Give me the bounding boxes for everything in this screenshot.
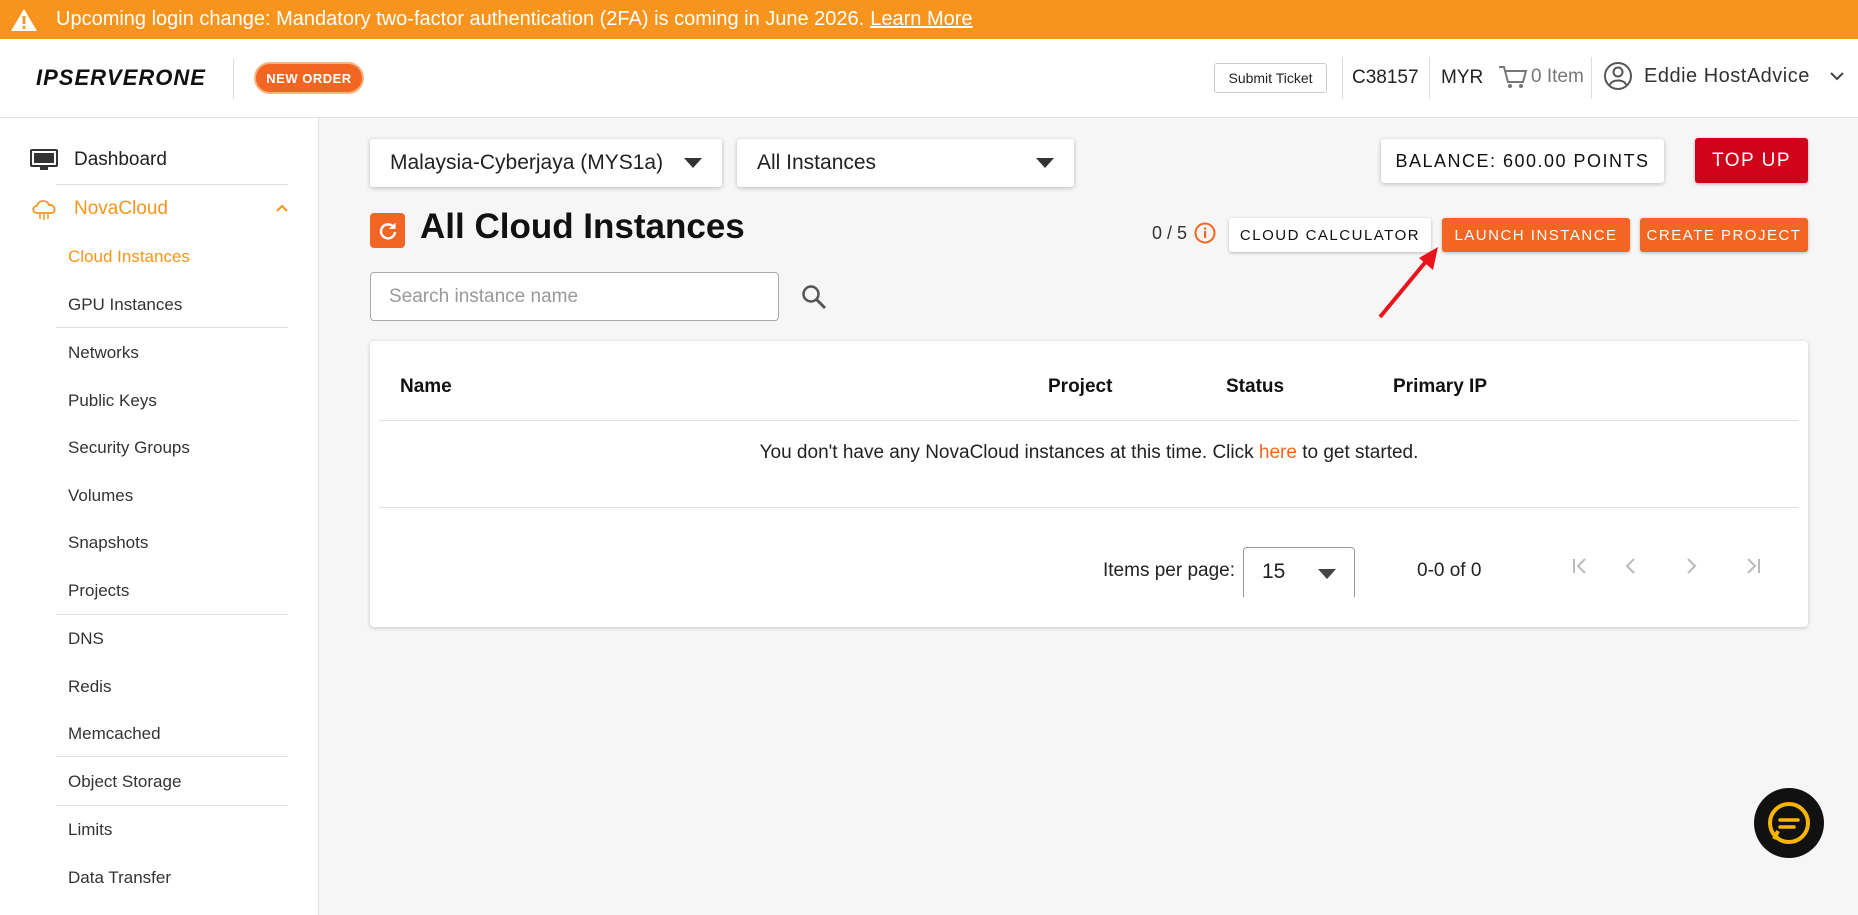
chat-support-button[interactable]	[1754, 788, 1824, 858]
divider	[1591, 57, 1592, 99]
column-header-project[interactable]: Project	[1048, 376, 1112, 398]
quota-value: 0 / 5	[1152, 222, 1188, 243]
balance-display: BALANCE: 600.00 POINTS	[1381, 139, 1664, 183]
empty-state-message: You don't have any NovaCloud instances a…	[370, 442, 1808, 464]
sidebar-item-label: Dashboard	[74, 149, 167, 170]
pagination-range: 0-0 of 0	[1417, 560, 1482, 581]
sidebar-item-networks[interactable]: Networks	[68, 343, 139, 363]
new-order-button[interactable]: NEW ORDER	[254, 62, 364, 94]
get-started-link[interactable]: here	[1259, 442, 1297, 463]
column-header-primary-ip[interactable]: Primary IP	[1393, 376, 1487, 398]
sidebar-item-dns[interactable]: DNS	[68, 629, 104, 649]
cart-button[interactable]: 0 Item	[1498, 64, 1584, 90]
refresh-button[interactable]	[370, 213, 405, 248]
region-select[interactable]: Malaysia-Cyberjaya (MYS1a)	[370, 139, 722, 187]
sidebar: Dashboard NovaCloud Cloud Instances GPU …	[0, 118, 319, 915]
sidebar-item-security-groups[interactable]: Security Groups	[68, 438, 190, 458]
sidebar-item-limits[interactable]: Limits	[68, 820, 112, 840]
instances-filter-select[interactable]: All Instances	[737, 139, 1074, 187]
sidebar-item-novacloud[interactable]: NovaCloud	[0, 186, 319, 232]
chat-icon	[1768, 802, 1810, 844]
column-header-name[interactable]: Name	[400, 376, 452, 398]
user-avatar-icon	[1604, 62, 1632, 90]
divider	[1429, 57, 1430, 99]
sidebar-section-label: NovaCloud	[74, 198, 168, 219]
top-up-button[interactable]: TOP UP	[1695, 138, 1808, 183]
info-icon[interactable]	[1194, 222, 1216, 244]
cloud-icon	[32, 200, 56, 220]
client-id[interactable]: C38157	[1352, 67, 1419, 89]
chevron-up-icon	[276, 204, 288, 212]
instance-quota: 0 / 5	[1152, 222, 1216, 244]
sidebar-item-cloud-instances[interactable]: Cloud Instances	[68, 247, 190, 267]
divider	[379, 420, 1798, 421]
currency-selector[interactable]: MYR	[1441, 67, 1483, 89]
sidebar-item-projects[interactable]: Projects	[68, 581, 129, 601]
submit-ticket-button[interactable]: Submit Ticket	[1214, 63, 1327, 93]
items-per-page-value: 15	[1262, 560, 1286, 583]
monitor-icon	[30, 149, 58, 170]
region-select-value: Malaysia-Cyberjaya (MYS1a)	[390, 151, 664, 174]
logo[interactable]: IPSERVERONE	[36, 65, 206, 91]
sidebar-item-public-keys[interactable]: Public Keys	[68, 391, 157, 411]
last-page-button[interactable]	[1737, 551, 1767, 581]
announcement-banner: Upcoming login change: Mandatory two-fac…	[0, 0, 1858, 39]
items-per-page-select[interactable]: 15	[1243, 547, 1355, 597]
cart-icon	[1499, 66, 1528, 88]
items-per-page-label: Items per page:	[1103, 560, 1236, 581]
instances-filter-value: All Instances	[757, 151, 877, 174]
instances-table-card: Name Project Status Primary IP You don't…	[370, 341, 1808, 627]
divider	[56, 756, 288, 757]
sidebar-item-dashboard[interactable]: Dashboard	[0, 137, 319, 183]
caret-down-icon	[1318, 569, 1336, 579]
divider	[56, 327, 288, 328]
sidebar-item-object-storage[interactable]: Object Storage	[68, 772, 181, 792]
search-icon[interactable]	[801, 284, 827, 310]
previous-page-button[interactable]	[1616, 551, 1646, 581]
divider	[1342, 57, 1343, 99]
warning-icon	[11, 8, 37, 31]
sidebar-item-gpu-instances[interactable]: GPU Instances	[68, 295, 182, 315]
page-title: All Cloud Instances	[420, 207, 745, 246]
banner-message: Upcoming login change: Mandatory two-fac…	[56, 8, 865, 30]
chevron-left-icon	[1625, 558, 1635, 574]
user-name: Eddie HostAdvice	[1644, 64, 1810, 87]
empty-state-prefix: You don't have any NovaCloud instances a…	[759, 442, 1259, 463]
sidebar-item-volumes[interactable]: Volumes	[68, 486, 133, 506]
first-page-icon	[1573, 558, 1586, 574]
first-page-button[interactable]	[1566, 551, 1596, 581]
divider	[233, 59, 234, 99]
sidebar-item-redis[interactable]: Redis	[68, 677, 111, 697]
learn-more-link[interactable]: Learn More	[870, 8, 972, 31]
divider	[56, 184, 288, 185]
divider	[379, 507, 1798, 508]
annotation-arrow	[1378, 247, 1438, 319]
top-header: IPSERVERONE NEW ORDER Submit Ticket C381…	[0, 39, 1858, 118]
chevron-down-icon	[1830, 72, 1844, 81]
next-page-button[interactable]	[1676, 551, 1706, 581]
cart-count: 0 Item	[1531, 66, 1584, 87]
divider	[56, 805, 288, 806]
launch-instance-button[interactable]: LAUNCH INSTANCE	[1442, 218, 1630, 252]
sidebar-item-snapshots[interactable]: Snapshots	[68, 533, 148, 553]
column-header-status[interactable]: Status	[1226, 376, 1284, 398]
divider	[56, 614, 288, 615]
refresh-icon	[379, 222, 396, 240]
search-input[interactable]	[370, 272, 779, 321]
sidebar-item-data-transfer[interactable]: Data Transfer	[68, 868, 171, 888]
sidebar-item-memcached[interactable]: Memcached	[68, 724, 161, 744]
empty-state-suffix: to get started.	[1296, 442, 1419, 463]
last-page-icon	[1747, 558, 1760, 574]
user-menu[interactable]: Eddie HostAdvice	[1603, 61, 1844, 91]
chevron-right-icon	[1687, 558, 1697, 574]
create-project-button[interactable]: CREATE PROJECT	[1640, 218, 1808, 252]
caret-down-icon	[1036, 158, 1054, 168]
caret-down-icon	[684, 158, 702, 168]
